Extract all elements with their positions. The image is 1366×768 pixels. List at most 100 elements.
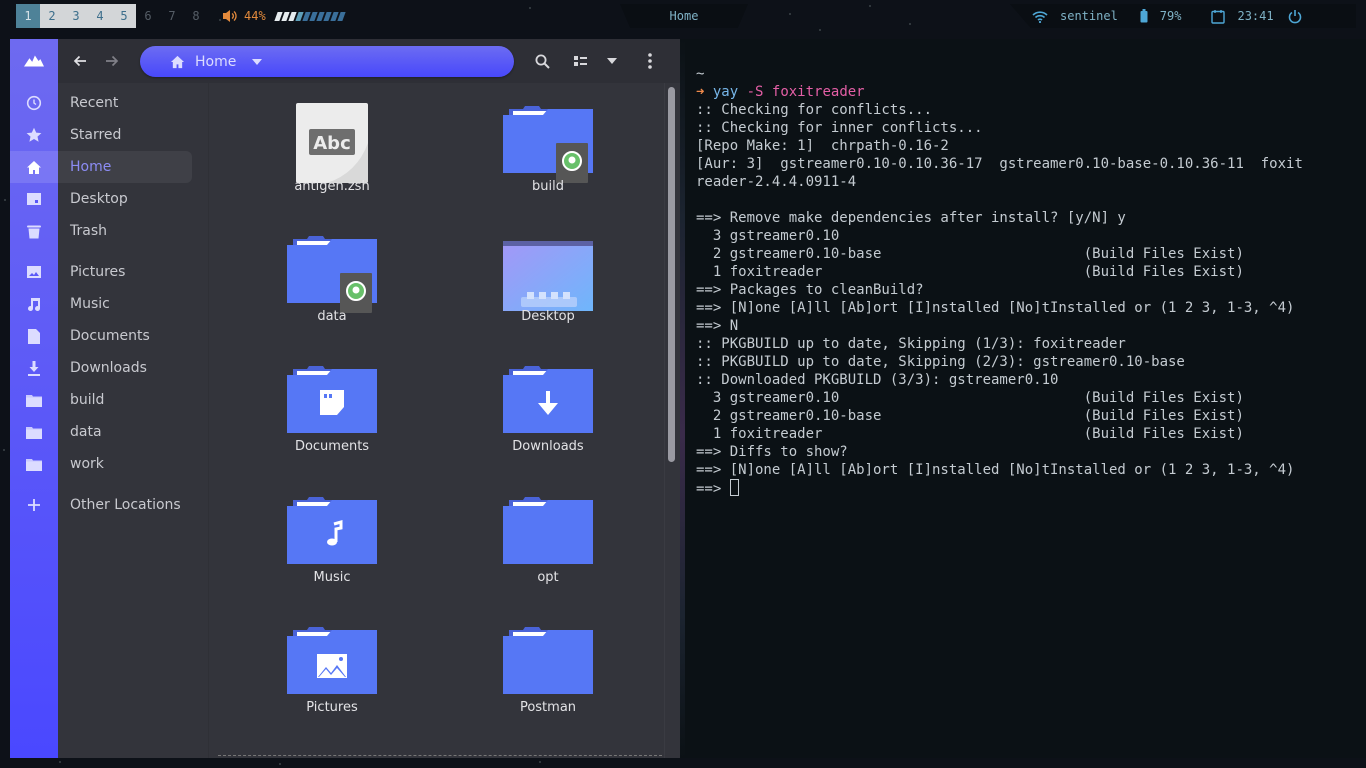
scrollbar-thumb[interactable] (668, 87, 675, 462)
sidebar-item-music[interactable]: Music (58, 288, 192, 320)
sidebar-item-home[interactable]: Home (58, 151, 192, 183)
terminal-output-line: [Aur: 3] gstreamer0.10-0.10.36-17 gstrea… (696, 156, 1303, 172)
workspace-1[interactable]: 1 (16, 4, 40, 28)
sidebar-item-work[interactable]: work (58, 448, 192, 480)
sidebar-item-build[interactable]: build (58, 384, 192, 416)
file-item[interactable]: Pictures (242, 606, 422, 726)
file-item[interactable]: Music (242, 476, 422, 596)
file-icon-text: Abc (313, 133, 351, 154)
workspace-8[interactable]: 8 (184, 4, 208, 28)
terminal-output-line: ==> [N]one [A]ll [Ab]ort [I]nstalled [No… (696, 462, 1295, 478)
sidebar-item-data[interactable]: data (58, 416, 192, 448)
star-icon[interactable] (24, 125, 44, 145)
terminal-input-line[interactable]: ==> (696, 479, 1366, 497)
terminal-output-line: ==> Packages to cleanBuild? (696, 282, 924, 298)
workspace-7[interactable]: 7 (160, 4, 184, 28)
wifi-icon (1032, 10, 1048, 23)
workspace-5[interactable]: 5 (112, 4, 136, 28)
download-icon[interactable] (24, 358, 44, 378)
file-item[interactable]: build (458, 85, 638, 205)
file-manager-window: Home Recent Starred Home Desktop Trash P… (10, 39, 680, 758)
file-item[interactable]: Abc antigen.zsh (242, 85, 422, 205)
power-icon[interactable] (1288, 9, 1302, 24)
trash-icon[interactable] (24, 221, 44, 241)
file-item[interactable]: Downloads (458, 345, 638, 465)
forward-button[interactable] (102, 51, 122, 71)
file-name: Downloads (512, 439, 584, 454)
home-icon[interactable] (24, 157, 44, 177)
home-icon (170, 55, 185, 68)
main-menu-button[interactable] (640, 51, 660, 71)
command-args: -S foxitreader (738, 84, 865, 100)
app-logo-icon (24, 51, 44, 71)
sidebar-item-pictures[interactable]: Pictures (58, 256, 192, 288)
workspace-3[interactable]: 3 (64, 4, 88, 28)
terminal-output-line: :: Checking for inner conflicts... (696, 120, 983, 136)
workspace-6[interactable]: 6 (136, 4, 160, 28)
view-options-button[interactable] (602, 51, 622, 71)
pictures-folder-icon (287, 627, 377, 694)
file-name: Desktop (521, 309, 575, 324)
workspace-switcher: 1 2 3 4 5 6 7 8 (16, 4, 208, 28)
file-name: opt (537, 570, 559, 585)
view-toggle-button[interactable] (570, 51, 590, 71)
sidebar-item-trash[interactable]: Trash (58, 215, 192, 247)
terminal-output-line: :: Checking for conflicts... (696, 102, 933, 118)
folder-icon[interactable] (24, 454, 44, 474)
sidebar-item-other-locations[interactable]: Other Locations (58, 489, 192, 521)
terminal-output-line: 1 foxitreader (Build Files Exist) (696, 426, 1244, 442)
desktop-icon[interactable] (24, 189, 44, 209)
rubberband-edge (218, 755, 662, 756)
calendar-icon (1211, 9, 1226, 24)
terminal-output-line: 3 gstreamer0.10 (696, 228, 840, 244)
workspace-2[interactable]: 2 (40, 4, 64, 28)
header-bar: Home (58, 39, 680, 83)
terminal-window[interactable]: ~ ➜ yay -S foxitreader :: Checking for c… (685, 39, 1366, 758)
file-name: Documents (294, 439, 370, 454)
clock[interactable]: 23:41 (1237, 9, 1273, 23)
chevron-down-icon[interactable] (252, 58, 263, 65)
path-bar[interactable]: Home (140, 46, 514, 77)
prompt-arrow-icon: ➜ (696, 84, 705, 100)
sidebar-item-desktop[interactable]: Desktop (58, 183, 192, 215)
terminal-output-line: 3 gstreamer0.10 (Build Files Exist) (696, 390, 1244, 406)
desktop-folder-icon (503, 241, 593, 311)
shared-folder-icon (503, 106, 593, 183)
plus-icon[interactable] (24, 495, 44, 515)
file-name: build (532, 179, 564, 194)
cursor (729, 479, 739, 496)
terminal-output: :: Checking for conflicts...:: Checking … (696, 101, 1366, 479)
terminal-output-line: ==> N (696, 318, 739, 334)
sidebar-item-recent[interactable]: Recent (58, 87, 192, 119)
sidebar-item-downloads[interactable]: Downloads (58, 352, 192, 384)
path-label[interactable]: Home (195, 54, 236, 70)
kebab-menu-icon (648, 53, 652, 69)
image-icon[interactable] (24, 262, 44, 282)
workspace-4[interactable]: 4 (88, 4, 112, 28)
list-view-icon (573, 56, 587, 66)
speaker-icon (223, 10, 237, 22)
volume-widget[interactable]: 44% (222, 4, 346, 28)
folder-icon[interactable] (24, 390, 44, 410)
terminal-output-line: 2 gstreamer0.10-base (Build Files Exist) (696, 246, 1244, 262)
file-item[interactable]: Postman (458, 606, 638, 726)
file-item[interactable]: data (242, 215, 422, 335)
file-name: antigen.zsh (294, 179, 370, 194)
music-folder-icon (287, 497, 377, 564)
terminal-command-line: ➜ yay -S foxitreader (696, 83, 1366, 101)
back-button[interactable] (70, 51, 90, 71)
file-name: data (317, 309, 347, 324)
folder-icon[interactable] (24, 422, 44, 442)
music-icon[interactable] (24, 294, 44, 314)
chevron-down-icon (607, 58, 617, 64)
clock-icon[interactable] (24, 93, 44, 113)
document-icon[interactable] (24, 326, 44, 346)
sidebar-item-starred[interactable]: Starred (58, 119, 192, 151)
volume-bar[interactable] (274, 11, 346, 21)
file-item[interactable]: Documents (242, 345, 422, 465)
sidebar-item-documents[interactable]: Documents (58, 320, 192, 352)
file-item[interactable]: Desktop (458, 215, 638, 335)
network-name[interactable]: sentinel (1060, 9, 1118, 23)
search-button[interactable] (532, 51, 552, 71)
file-item[interactable]: opt (458, 476, 638, 596)
